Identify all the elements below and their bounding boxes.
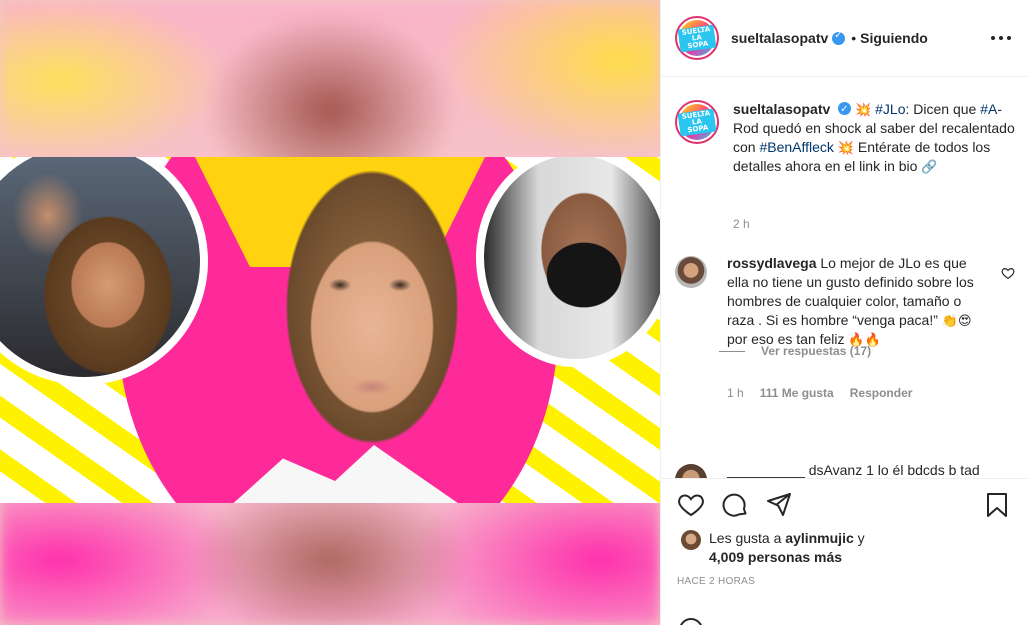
comment-like-heart-icon[interactable] xyxy=(1001,266,1015,280)
following-button[interactable]: Siguiendo xyxy=(860,30,928,46)
replies-line xyxy=(719,350,745,352)
post-media[interactable] xyxy=(0,0,660,625)
post-header: SUELTA LA SOPA sueltalasopatv • Siguiend… xyxy=(661,0,1028,77)
likes-count[interactable]: 4,009 personas más xyxy=(709,549,842,565)
comment-text: rossydlavega Lo mejor de JLo es que ella… xyxy=(727,254,983,349)
caption-username[interactable]: sueltalasopatv xyxy=(733,101,830,117)
post-timestamp[interactable]: HACE 2 HORAS xyxy=(677,576,755,587)
hashtag-arod[interactable]: #A xyxy=(980,101,997,117)
next-comment-text: __________ dsAvanz 1 lo él bdcds b tad xyxy=(727,464,980,478)
verified-badge-icon xyxy=(832,30,846,45)
link-emoji: 🔗 xyxy=(921,159,938,174)
caption-text-part-1: : Dicen que xyxy=(905,101,977,117)
comment-avatar[interactable] xyxy=(675,464,707,478)
next-comment-item: __________ dsAvanz 1 lo él bdcds b tad xyxy=(675,464,1015,478)
more-options-icon[interactable] xyxy=(991,28,1011,48)
hashtag-benaffleck[interactable]: #BenAffleck xyxy=(759,139,833,155)
comment-meta: 1 h 111 Me gusta Responder xyxy=(727,386,912,400)
header-username[interactable]: sueltalasopatv xyxy=(731,30,828,46)
view-replies-button[interactable]: Ver respuestas (17) xyxy=(719,344,871,358)
avatar-image: SUELTA LA SOPA xyxy=(677,104,717,140)
paper-plane-icon[interactable] xyxy=(765,491,793,519)
center-portrait xyxy=(222,157,492,503)
verified-badge-icon xyxy=(838,100,852,119)
clap-heart-eyes-emoji: 👏😍 xyxy=(941,313,972,328)
likes-conj: y xyxy=(857,530,865,546)
heart-icon[interactable] xyxy=(677,491,705,519)
likes-summary: Les gusta a aylinmujic y 4,009 personas … xyxy=(681,529,865,567)
instagram-post: SUELTA LA SOPA sueltalasopatv • Siguiend… xyxy=(0,0,1028,625)
reply-button[interactable]: Responder xyxy=(850,386,913,400)
hashtag-jlo[interactable]: #JLo xyxy=(875,101,905,117)
action-bar xyxy=(677,491,1013,521)
collision-emoji: 💥 xyxy=(855,102,872,117)
avatar-logo: SUELTA LA SOPA xyxy=(677,24,717,52)
caption-avatar[interactable]: SUELTA LA SOPA xyxy=(675,100,719,144)
avatar-image: SUELTA LA SOPA xyxy=(677,20,717,56)
comments-list[interactable]: SUELTA LA SOPA sueltalasopatv 💥 #JLo: Di… xyxy=(661,78,1028,478)
comment-avatar[interactable] xyxy=(675,256,707,288)
bookmark-icon[interactable] xyxy=(983,491,1011,519)
likes-text: Les gusta a aylinmujic y 4,009 personas … xyxy=(709,529,865,567)
likes-prefix: Les gusta a xyxy=(709,530,782,546)
avatar-logo: SUELTA LA SOPA xyxy=(677,108,717,136)
comment-username[interactable]: rossydlavega xyxy=(727,255,817,271)
emoji-icon[interactable] xyxy=(677,616,705,625)
caption-text: sueltalasopatv 💥 #JLo: Dicen que #A-Rod … xyxy=(733,100,1015,176)
comment-time[interactable]: 1 h xyxy=(727,386,744,400)
liker-username[interactable]: aylinmujic xyxy=(785,530,853,546)
post-actions-section: Les gusta a aylinmujic y 4,009 personas … xyxy=(661,478,1028,625)
view-replies-label: Ver respuestas (17) xyxy=(761,344,872,358)
header-avatar[interactable]: SUELTA LA SOPA xyxy=(675,16,719,60)
collision-emoji: 💥 xyxy=(837,140,855,155)
liker-avatar[interactable] xyxy=(681,530,701,550)
header-separator: • xyxy=(851,30,857,46)
comment-likes[interactable]: 111 Me gusta xyxy=(760,386,834,400)
post-side-panel: SUELTA LA SOPA sueltalasopatv • Siguiend… xyxy=(660,0,1028,625)
post-thumbnail-image xyxy=(0,157,660,503)
caption-timestamp[interactable]: 2 h xyxy=(733,217,750,231)
comment-bubble-icon[interactable] xyxy=(721,491,749,519)
